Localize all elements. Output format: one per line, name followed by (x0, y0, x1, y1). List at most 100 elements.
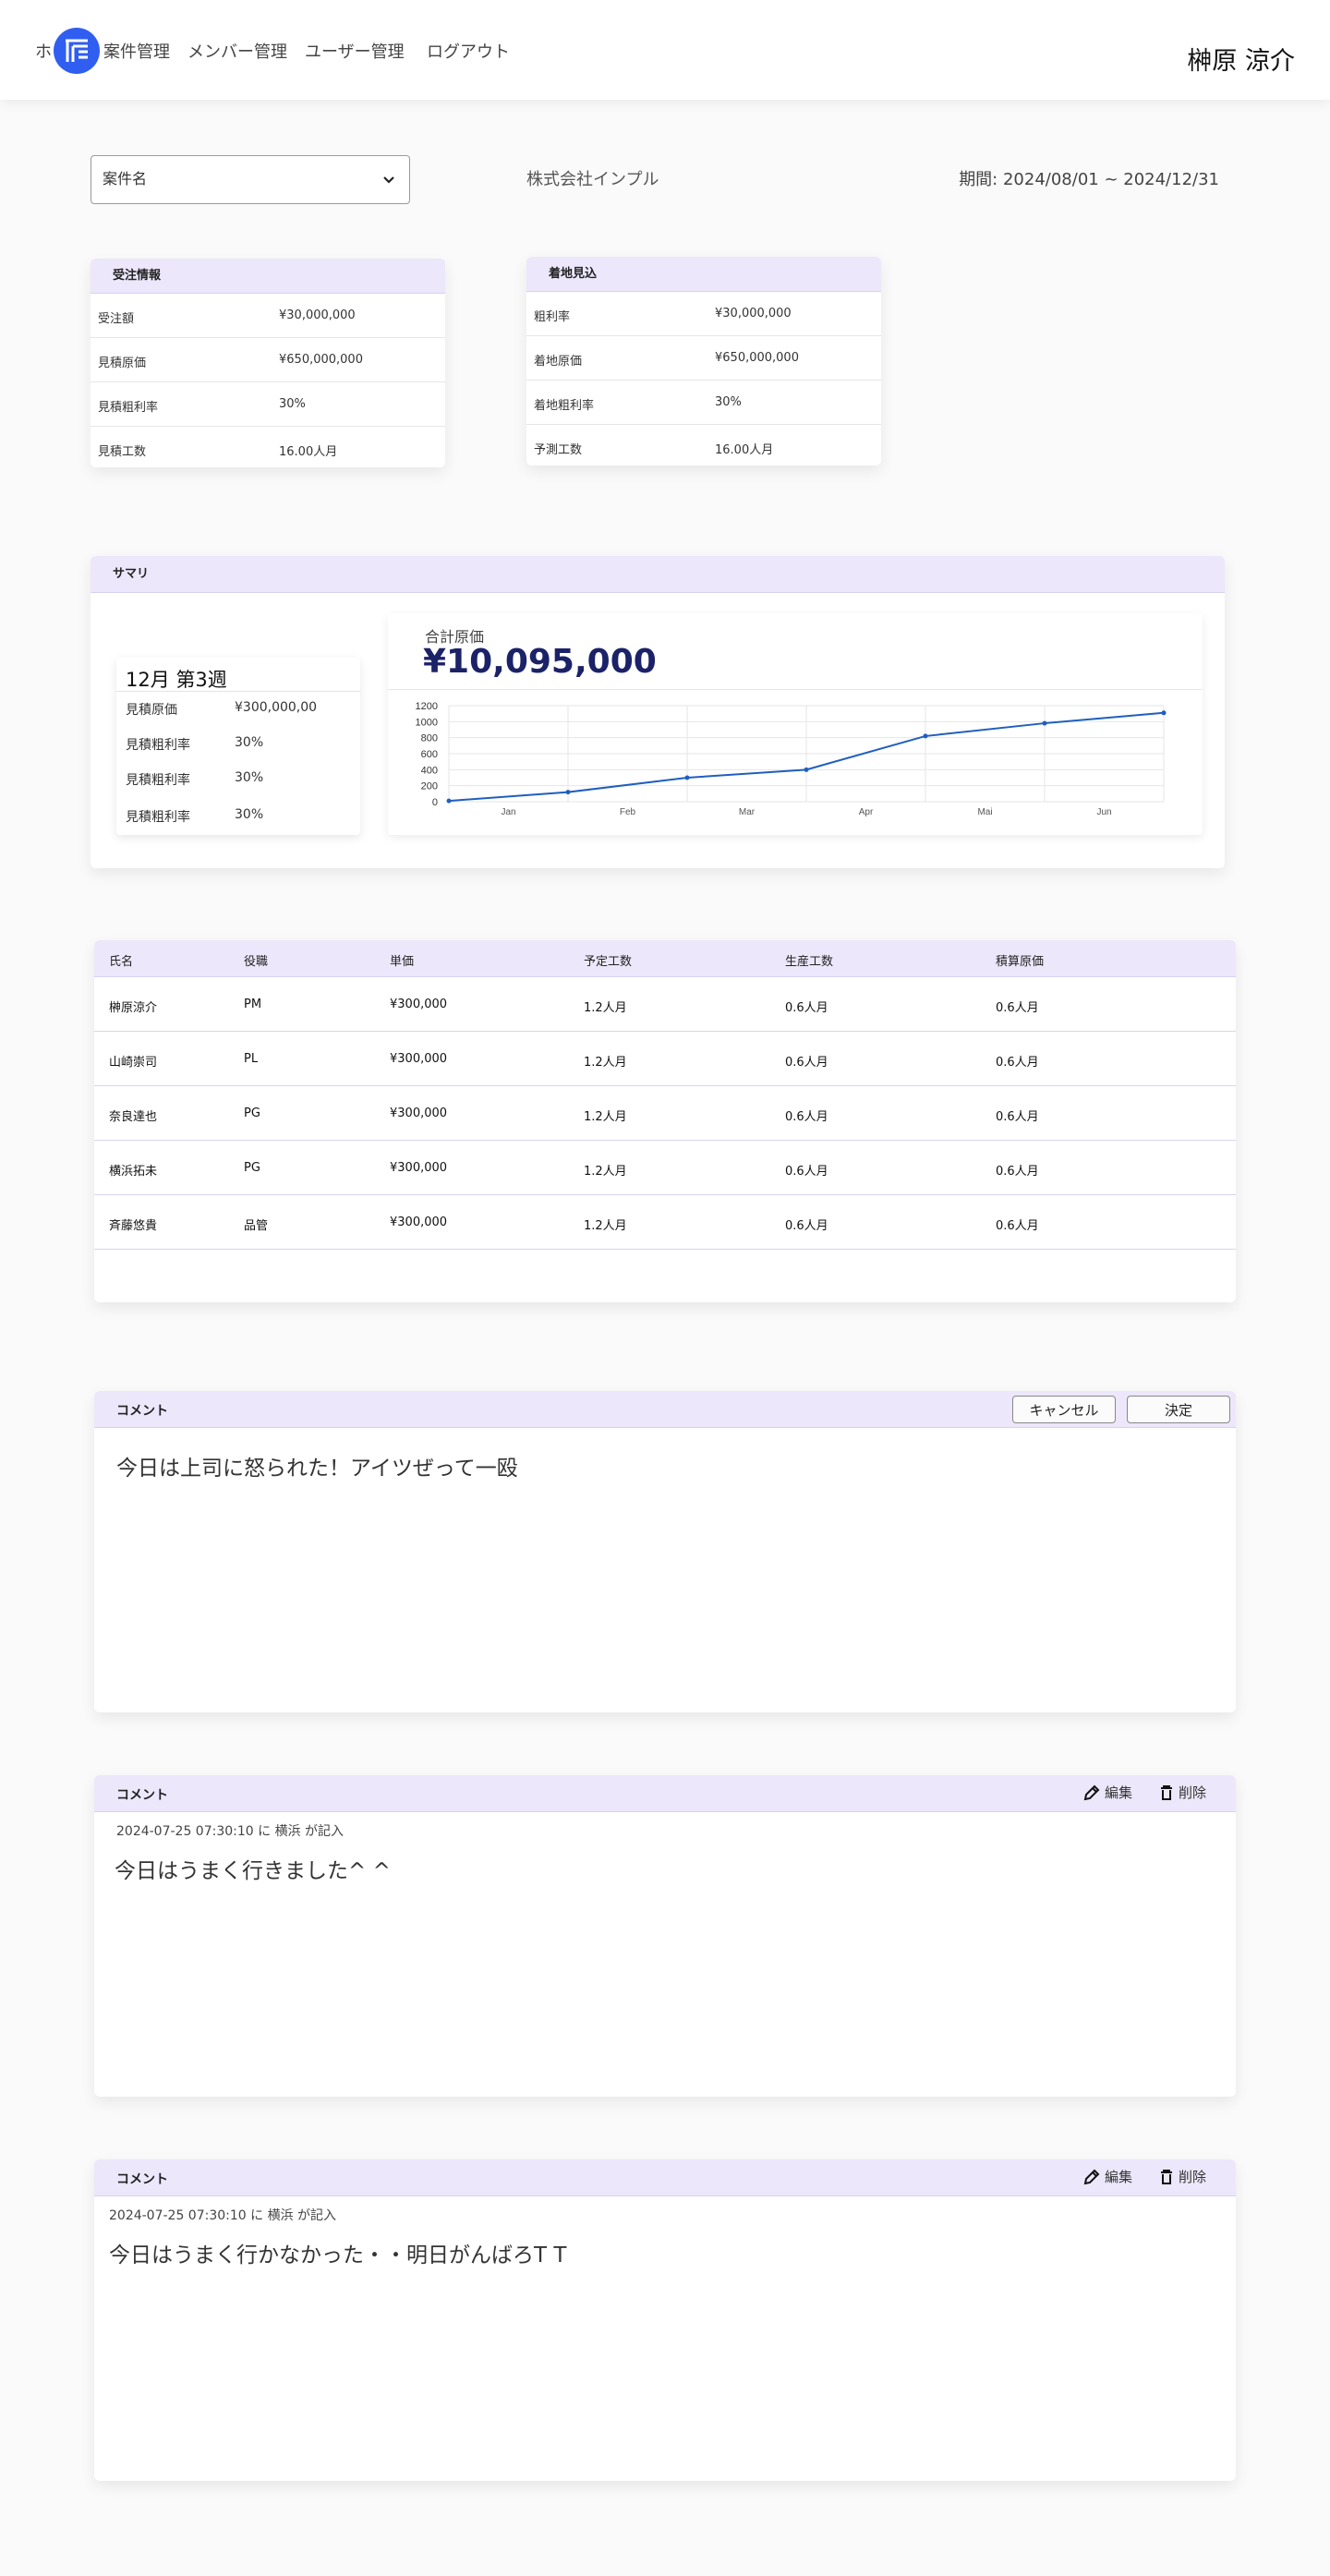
period-range: 期間: 2024/08/01 ~ 2024/12/31 (959, 170, 1219, 189)
cost-chart-card: 合計原価 ¥10,095,000 0 200 400 600 800 1000 1200 Ja… (388, 613, 1203, 835)
nav-user-management[interactable]: ユーザー管理 (305, 39, 405, 63)
logo-icon[interactable] (54, 28, 100, 74)
col-planned-effort: 予定工数 (584, 955, 633, 969)
row-value: 30% (235, 770, 264, 785)
forecast-row: 着地粗利率 30% (526, 381, 881, 425)
comment-header: コメント 編集 削除 (94, 1775, 1236, 1812)
order-info-row: 見積工数 16.00人月 (91, 427, 445, 471)
cell-unit-price: ¥300,000 (390, 998, 448, 1011)
comment-editor-header: コメント キャンセル 決定 (94, 1391, 1236, 1428)
cell-production-effort: 0.6人月 (785, 1001, 828, 1015)
logo-mark (66, 39, 88, 62)
cell-role: 品管 (244, 1219, 269, 1233)
y-tick-label: 400 (421, 765, 438, 776)
summary-title: サマリ (91, 556, 1225, 593)
cell-production-effort: 0.6人月 (785, 1056, 828, 1070)
nav-member-management[interactable]: メンバー管理 (187, 39, 287, 63)
cell-production-effort: 0.6人月 (785, 1219, 828, 1233)
data-point (923, 733, 928, 739)
col-production-effort: 生産工数 (785, 955, 834, 969)
cell-accumulated-cost: 0.6人月 (996, 1165, 1039, 1179)
cell-unit-price: ¥300,000 (390, 1215, 448, 1229)
table-header: 氏名 役職 単価 予定工数 生産工数 積算原価 (94, 940, 1236, 977)
data-point (565, 790, 571, 795)
table-row: 山崎崇司 PL ¥300,000 1.2人月 0.6人月 0.6人月 (94, 1032, 1236, 1086)
forecast-row: 着地原価 ¥650,000,000 (526, 336, 881, 381)
x-tick-label: Apr (859, 807, 874, 817)
cell-name: 横浜拓未 (109, 1165, 158, 1179)
comment-meta: 2024-07-25 07:30:10 に 横浜 が記入 (109, 2208, 337, 2223)
top-header: ホ 案件管理 メンバー管理 ユーザー管理 ログアウト 榊原 涼介 (0, 0, 1330, 100)
comment-textarea[interactable]: 今日は上司に怒られた！アイツぜって一殴 (116, 1450, 518, 1482)
x-tick-label: Mai (977, 807, 992, 817)
delete-button[interactable]: 削除 (1158, 2167, 1206, 2186)
forecast-row: 予測工数 16.00人月 (526, 425, 881, 469)
week-row: 見積粗利率 30% (126, 807, 263, 826)
data-point (446, 798, 452, 804)
company-name: 株式会社インプル (526, 170, 659, 189)
comment-editor-card: コメント キャンセル 決定 今日は上司に怒られた！アイツぜって一殴 (94, 1391, 1236, 1712)
cell-role: PM (244, 998, 262, 1011)
cell-production-effort: 0.6人月 (785, 1110, 828, 1124)
summary-card: サマリ 12月 第3週 見積原価 ¥300,000,00 見積粗利率 30% 見積粗… (91, 556, 1225, 868)
nav-home-link[interactable]: ホ (35, 39, 52, 63)
cell-unit-price: ¥300,000 (390, 1161, 448, 1175)
nav-project-management[interactable]: 案件管理 (103, 39, 170, 63)
pencil-icon (1083, 1784, 1100, 1800)
row-value: 30% (235, 807, 264, 822)
y-tick-label: 600 (421, 749, 438, 760)
week-row: 見積原価 ¥300,000,00 (126, 700, 317, 719)
trash-icon (1161, 2169, 1172, 2184)
order-info-row: 見積粗利率 30% (91, 382, 445, 427)
row-value: 30% (235, 735, 264, 750)
delete-button[interactable]: 削除 (1158, 1783, 1206, 1802)
edit-button[interactable]: 編集 (1082, 1783, 1132, 1802)
chevron-down-icon (383, 176, 394, 184)
row-label: 見積粗利率 (126, 773, 190, 788)
row-label: 見積工数 (98, 445, 147, 459)
row-label: 見積原価 (98, 357, 147, 370)
nav-logout[interactable]: ログアウト (427, 39, 510, 63)
submit-button[interactable]: 決定 (1127, 1396, 1230, 1423)
edit-button[interactable]: 編集 (1082, 2167, 1132, 2186)
comment-card: コメント 編集 削除 2024-07-25 07:30:10 に 横浜 が記入 … (94, 1775, 1236, 2097)
cancel-button[interactable]: キャンセル (1012, 1396, 1116, 1423)
table-row: 奈良達也 PG ¥300,000 1.2人月 0.6人月 0.6人月 (94, 1086, 1236, 1141)
cell-accumulated-cost: 0.6人月 (996, 1056, 1039, 1070)
current-user-name[interactable]: 榊原 涼介 (1187, 41, 1295, 77)
cell-planned-effort: 1.2人月 (584, 1219, 627, 1233)
data-point (1161, 710, 1167, 716)
cell-name: 奈良達也 (109, 1110, 158, 1124)
cell-accumulated-cost: 0.6人月 (996, 1110, 1039, 1124)
member-table: 氏名 役職 単価 予定工数 生産工数 積算原価 榊原涼介 PM ¥300,000 1.… (94, 940, 1236, 1302)
cell-name: 榊原涼介 (109, 1001, 158, 1015)
week-summary-card: 12月 第3週 見積原価 ¥300,000,00 見積粗利率 30% 見積粗利率 30… (116, 658, 360, 835)
table-row: 横浜拓未 PG ¥300,000 1.2人月 0.6人月 0.6人月 (94, 1141, 1236, 1195)
edit-label: 編集 (1105, 2169, 1133, 2185)
row-label: 着地原価 (534, 355, 583, 369)
delete-label: 削除 (1179, 2169, 1207, 2185)
table-row: 斉藤悠貴 品管 ¥300,000 1.2人月 0.6人月 0.6人月 (94, 1195, 1236, 1250)
row-label: 見積原価 (126, 703, 177, 718)
cell-production-effort: 0.6人月 (785, 1165, 828, 1179)
row-value: ¥300,000,00 (235, 700, 318, 715)
week-row: 見積粗利率 30% (126, 770, 263, 789)
edit-label: 編集 (1105, 1784, 1133, 1801)
row-value: ¥650,000,000 (715, 351, 799, 365)
comment-title: コメント (116, 1788, 168, 1803)
row-label: 見積粗利率 (126, 810, 190, 825)
landing-forecast-title: 着地見込 (526, 257, 881, 292)
comment-meta: 2024-07-25 07:30:10 に 横浜 が記入 (116, 1824, 345, 1839)
order-info-row: 見積原価 ¥650,000,000 (91, 338, 445, 382)
order-info-row: 受注額 ¥30,000,000 (91, 294, 445, 338)
comment-card: コメント 編集 削除 2024-07-25 07:30:10 に 横浜 が記入 … (94, 2159, 1236, 2481)
data-point (684, 775, 690, 780)
cell-name: 山崎崇司 (109, 1056, 158, 1070)
project-select[interactable]: 案件名 (91, 155, 410, 204)
order-info-title: 受注情報 (91, 259, 445, 294)
row-label: 予測工数 (534, 443, 583, 457)
row-label: 着地粗利率 (534, 399, 595, 413)
x-tick-label: Jun (1096, 807, 1111, 817)
forecast-row: 粗利率 ¥30,000,000 (526, 292, 881, 336)
cell-planned-effort: 1.2人月 (584, 1056, 627, 1070)
